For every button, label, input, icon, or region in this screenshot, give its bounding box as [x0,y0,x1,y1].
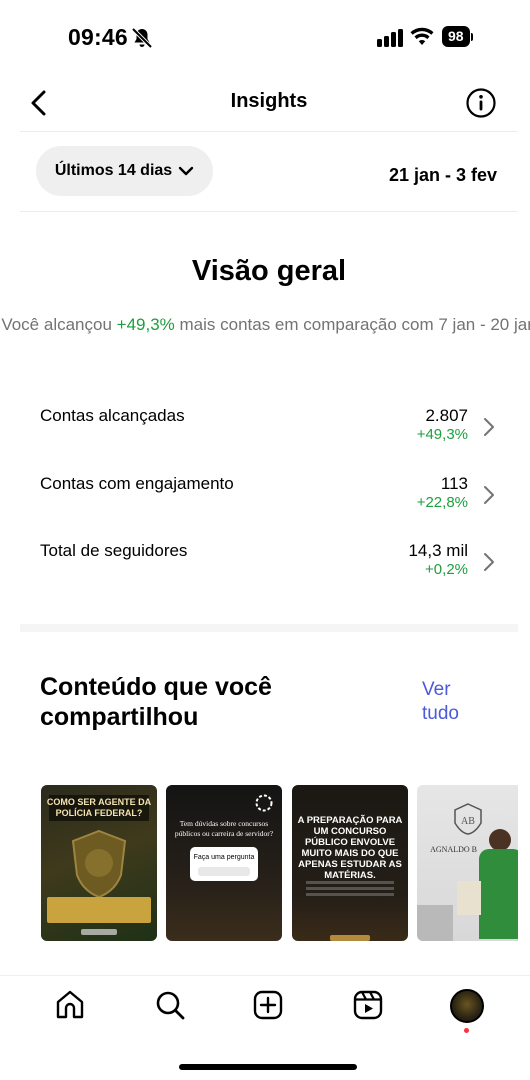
bell-slash-icon [131,27,153,49]
date-range: 21 jan - 3 fev [388,165,497,185]
signal-icon [377,29,403,47]
content-thumbnail[interactable]: Tem dúvidas sobre concursos públicos ou … [166,785,282,941]
reels-icon[interactable] [351,988,385,1022]
overview-summary: Você alcançou +49,3% mais contas em comp… [0,314,530,336]
chevron-right-icon [484,418,494,436]
thumbnail-caption: Tem dúvidas sobre concursos públicos ou … [174,819,274,838]
overview-text-end: mais contas em comparação com 7 jan - 20… [174,315,530,334]
metric-change: +0,2% [425,561,468,578]
bottom-nav [0,975,530,1039]
profile-avatar[interactable] [450,989,484,1023]
chevron-right-icon [484,486,494,504]
notification-dot [464,1028,469,1033]
metric-change: +49,3% [416,426,468,443]
search-icon[interactable] [153,988,187,1022]
thumbnail-caption: COMO SER AGENTE DA POLÍCIA FEDERAL? [46,797,152,818]
metric-change: +22,8% [416,494,468,511]
metric-row-engaged[interactable]: Contas com engajamento 113 +22,8% [40,474,498,524]
wifi-icon [410,27,434,45]
overview-text-start: Você alcançou [1,315,117,334]
status-bar: 09:46 98 [0,0,530,72]
chevron-down-icon [178,166,194,176]
content-thumbnail[interactable]: COMO SER AGENTE DA POLÍCIA FEDERAL? [41,785,157,941]
metric-value: 113 [440,474,468,493]
home-icon[interactable] [53,988,87,1022]
period-label: Últimos 14 dias [54,162,173,179]
battery-icon: 98 [442,26,473,47]
loading-ring-icon [255,794,273,812]
content-carousel[interactable]: COMO SER AGENTE DA POLÍCIA FEDERAL? Tem … [41,785,518,941]
info-icon[interactable] [465,87,497,119]
filter-divider [20,211,518,212]
battery-level: 98 [442,26,470,47]
metric-label: Contas alcançadas [40,406,185,425]
metric-value: 14,3 mil [408,541,468,560]
metric-value: 2.807 [425,406,468,425]
metric-label: Contas com engajamento [40,474,234,493]
nav-header: Insights [0,72,530,132]
see-all-link[interactable]: Ver tudo [422,678,482,726]
question-sticker: Faça uma pergunta [193,854,255,861]
overview-title: Visão geral [191,255,347,287]
period-dropdown[interactable]: Últimos 14 dias [36,146,213,196]
create-icon[interactable] [251,988,285,1022]
thumbnail-caption: AGNALDO B [430,845,477,854]
svg-text:AB: AB [461,816,475,827]
content-thumbnail[interactable]: AB AGNALDO B [417,785,518,941]
logo-icon: AB [454,803,482,835]
metric-label: Total de seguidores [40,541,188,560]
page-title: Insights [230,90,308,112]
content-section-title: Conteúdo que você compartilhou [40,673,272,731]
thumbnail-caption: A PREPARAÇÃO PARA UM CONCURSO PÚBLICO EN… [297,815,403,881]
overview-highlight: +49,3% [116,315,175,334]
section-divider [20,624,518,632]
content-thumbnail[interactable]: A PREPARAÇÃO PARA UM CONCURSO PÚBLICO EN… [292,785,408,941]
header-divider [20,131,518,132]
metric-row-reached[interactable]: Contas alcançadas 2.807 +49,3% [40,406,498,456]
status-time: 09:46 [68,24,128,50]
chevron-right-icon [484,553,494,571]
home-indicator [179,1064,357,1070]
police-badge-icon [71,829,127,899]
metric-row-followers[interactable]: Total de seguidores 14,3 mil +0,2% [40,541,498,591]
